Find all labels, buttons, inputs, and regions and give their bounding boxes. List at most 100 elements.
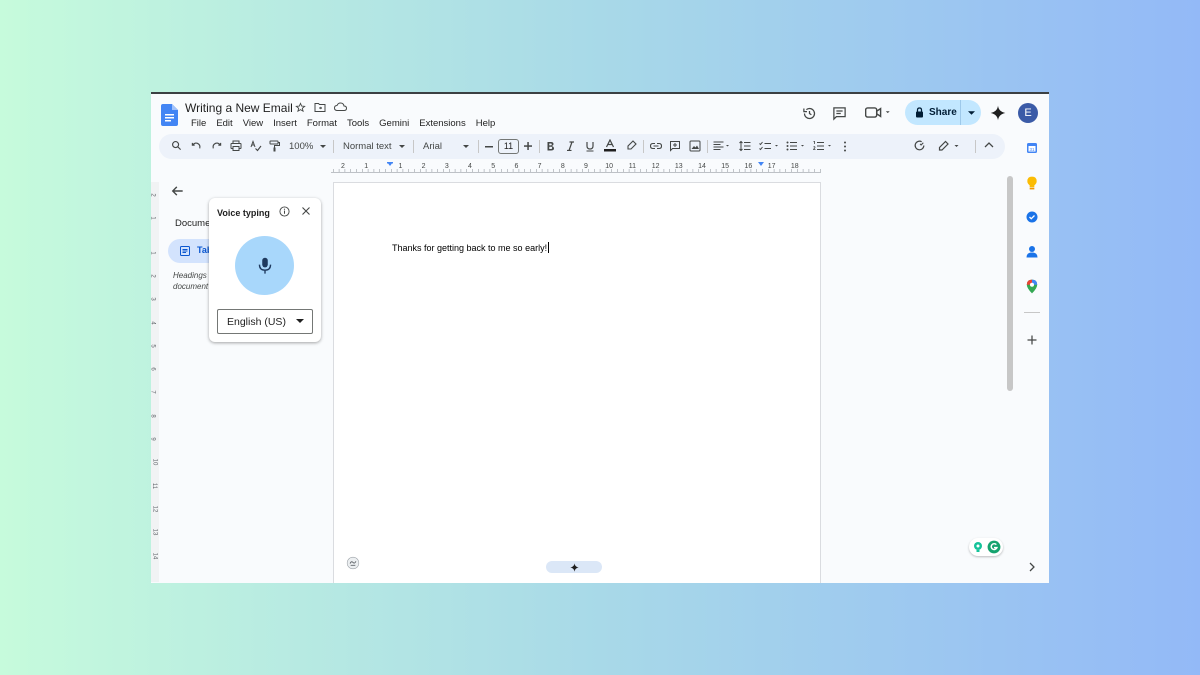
horizontal-ruler[interactable]: 2 1 1 2 3 4 5 6 7 8 9 10 11 12 13 14 15 16 17 18 [331, 162, 821, 174]
menu-help[interactable]: Help [471, 116, 501, 131]
share-button[interactable]: Share [905, 100, 981, 125]
version-history-icon[interactable] [802, 106, 817, 121]
vertical-ruler-label: 12 [151, 505, 158, 513]
vertical-scrollbar[interactable] [1007, 176, 1013, 391]
gemini-refine-icon[interactable] [913, 139, 926, 152]
tasks-icon[interactable] [1026, 211, 1038, 223]
docs-logo-icon[interactable] [161, 104, 178, 126]
zoom-select[interactable]: 100% [289, 141, 313, 152]
paragraph-style-select[interactable]: Normal text [343, 141, 392, 152]
undo-icon[interactable] [191, 141, 202, 152]
share-options-caret[interactable] [960, 100, 981, 125]
increase-font-size-icon[interactable] [524, 142, 532, 150]
outline-hint-line: Headings [173, 271, 207, 280]
style-caret-icon[interactable] [399, 145, 405, 148]
formatting-toolbar: 100% Normal text Arial 11 [159, 134, 1005, 159]
meet-video-icon[interactable] [865, 106, 891, 119]
vertical-ruler-label: 2 [151, 274, 156, 277]
menu-tools[interactable]: Tools [342, 116, 374, 131]
cloud-saved-icon[interactable] [334, 102, 347, 112]
comments-icon[interactable] [832, 106, 847, 121]
line-spacing-icon[interactable] [739, 140, 751, 152]
lock-icon [915, 107, 924, 118]
vertical-ruler-label: 3 [151, 298, 156, 301]
sparkle-icon [569, 562, 579, 572]
decrease-font-size-icon[interactable] [485, 146, 493, 148]
text-color-icon[interactable] [603, 139, 617, 152]
bold-icon[interactable] [546, 141, 555, 151]
document-title[interactable]: Writing a New Email [185, 101, 293, 115]
menu-edit[interactable]: Edit [211, 116, 237, 131]
menu-insert[interactable]: Insert [268, 116, 302, 131]
voice-typing-title: Voice typing [217, 208, 270, 218]
gemini-sparkle-icon[interactable] [990, 105, 1006, 121]
search-menus-icon[interactable] [171, 140, 182, 151]
ruler-label: 9 [584, 163, 588, 170]
microphone-button[interactable] [235, 236, 294, 295]
expand-panel-icon[interactable] [1029, 562, 1035, 572]
contacts-icon[interactable] [1026, 245, 1038, 258]
collapse-menus-icon[interactable] [984, 142, 994, 148]
font-size-input[interactable]: 11 [498, 139, 519, 154]
keep-icon[interactable] [1026, 176, 1038, 190]
maps-icon[interactable] [1026, 279, 1038, 294]
underline-icon[interactable] [585, 141, 595, 152]
more-options-icon[interactable] [843, 141, 847, 152]
vertical-ruler[interactable]: 211234567891011121314 [151, 182, 159, 582]
highlight-color-icon[interactable] [626, 140, 637, 151]
add-comment-icon[interactable] [669, 140, 681, 152]
ruler-label: 12 [651, 163, 660, 170]
font-family-select[interactable]: Arial [423, 141, 442, 152]
menu-format[interactable]: Format [302, 116, 342, 131]
bulleted-list-icon[interactable] [786, 141, 808, 151]
grammarly-widget[interactable] [969, 538, 1003, 556]
spellcheck-icon[interactable] [250, 140, 262, 152]
toolbar-divider [975, 140, 976, 153]
insert-link-icon[interactable] [650, 142, 662, 150]
gemini-assist-pill[interactable] [546, 561, 602, 573]
vertical-ruler-label: 6 [151, 367, 156, 370]
accessibility-icon[interactable] [346, 556, 360, 570]
vertical-ruler-label: 7 [151, 391, 156, 394]
align-icon[interactable] [713, 141, 730, 151]
calendar-icon[interactable]: 31 [1026, 142, 1038, 154]
ruler-label: 13 [674, 163, 683, 170]
ruler-label: 6 [514, 163, 519, 170]
editing-mode-icon[interactable] [938, 140, 962, 152]
share-main[interactable]: Share [905, 100, 960, 125]
grammarly-g-icon [987, 540, 1001, 554]
star-icon[interactable] [295, 102, 306, 113]
user-avatar[interactable]: E [1018, 103, 1038, 123]
back-arrow-icon[interactable] [171, 184, 185, 198]
redo-icon[interactable] [211, 141, 222, 152]
language-select[interactable]: English (US) [217, 309, 313, 334]
menu-extensions[interactable]: Extensions [414, 116, 470, 131]
checklist-icon[interactable] [759, 141, 781, 151]
vertical-ruler-label: 13 [151, 528, 158, 536]
vertical-ruler-label: 9 [151, 437, 156, 440]
print-icon[interactable] [230, 140, 242, 152]
microphone-icon [258, 257, 272, 275]
menu-file[interactable]: File [186, 116, 211, 131]
info-icon[interactable] [279, 206, 290, 217]
paint-format-icon[interactable] [269, 140, 280, 152]
document-page[interactable]: Thanks for getting back to me so early! [333, 182, 821, 583]
insert-image-icon[interactable] [689, 140, 701, 152]
move-folder-icon[interactable] [314, 102, 326, 113]
outline-hint: Headings document [173, 270, 211, 292]
close-icon[interactable] [301, 206, 311, 216]
ruler-label: 1 [364, 163, 369, 170]
ruler-label: 7 [537, 163, 542, 170]
ruler-label: 2 [421, 163, 426, 170]
ruler-label: 10 [605, 163, 614, 170]
italic-icon[interactable] [566, 141, 575, 151]
outline-hint-line: document [173, 282, 209, 291]
font-caret-icon[interactable] [463, 145, 469, 148]
document-body-text[interactable]: Thanks for getting back to me so early! [392, 242, 550, 253]
zoom-caret-icon[interactable] [320, 145, 326, 148]
menu-view[interactable]: View [238, 116, 268, 131]
numbered-list-icon[interactable] [813, 141, 835, 151]
language-label: English (US) [227, 316, 286, 328]
menu-gemini[interactable]: Gemini [374, 116, 414, 131]
add-addon-icon[interactable] [1026, 334, 1038, 346]
